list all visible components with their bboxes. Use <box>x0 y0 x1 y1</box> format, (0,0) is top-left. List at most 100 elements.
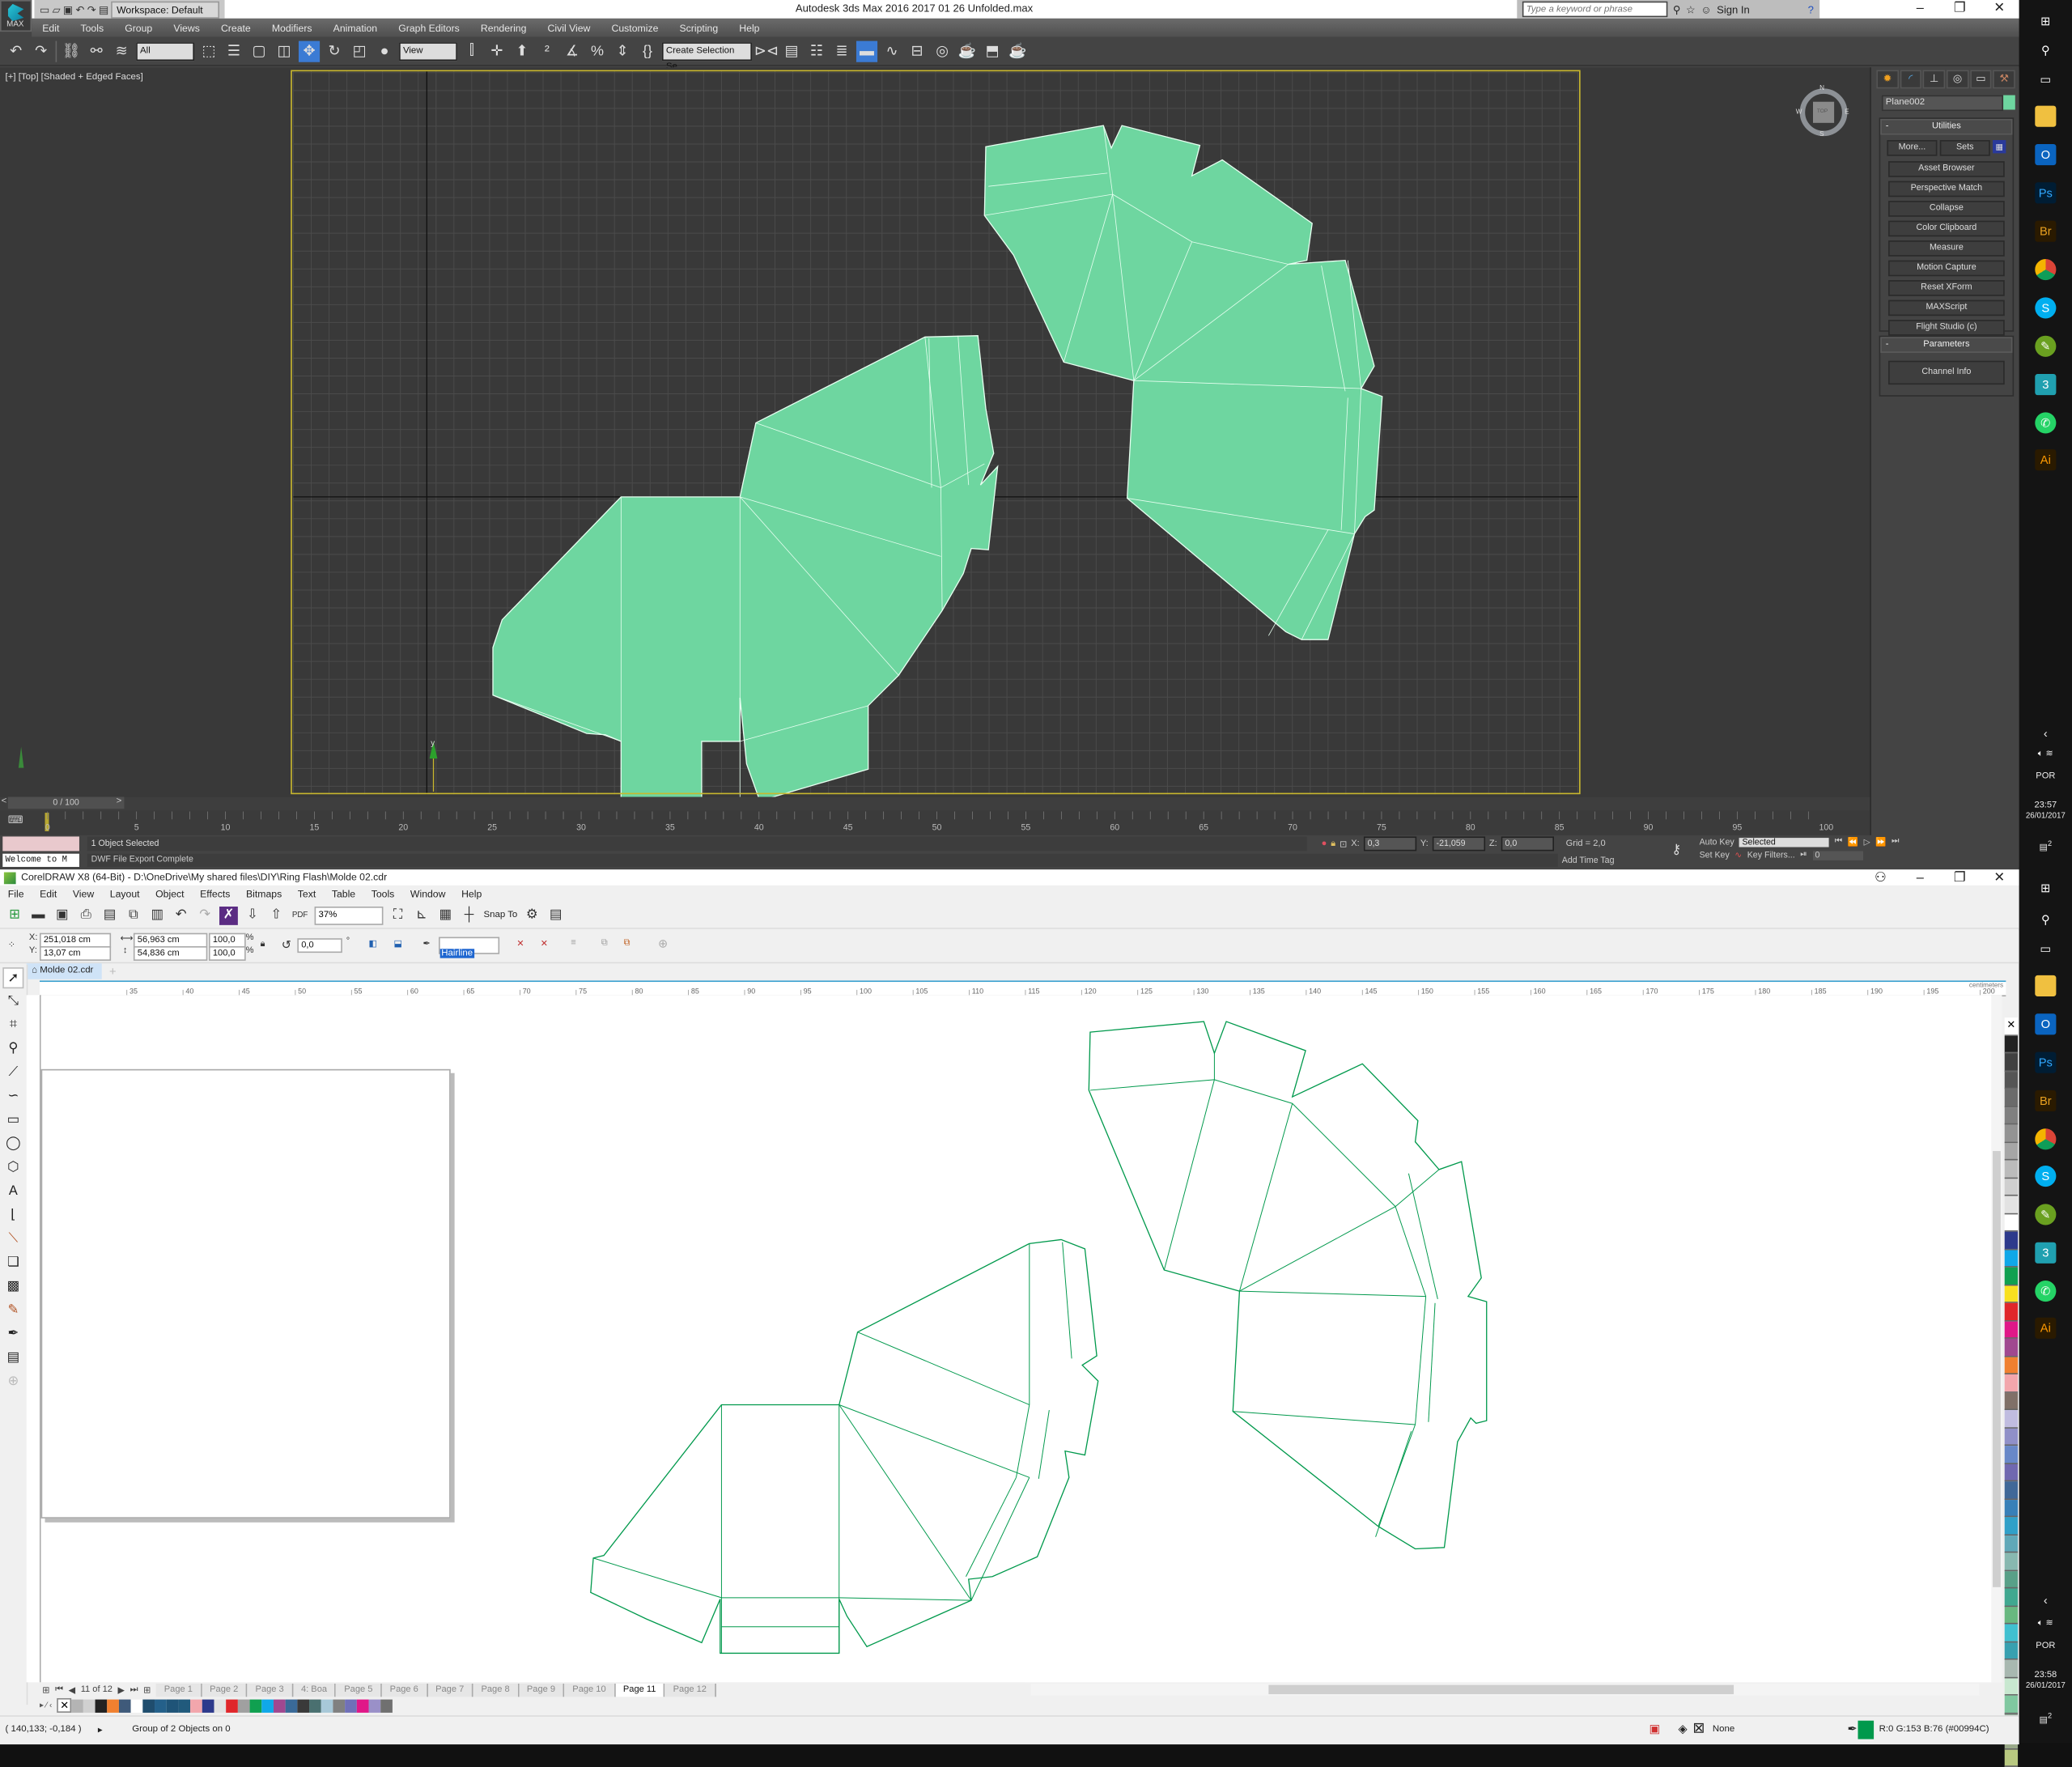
max-menu-modifiers[interactable]: Modifiers <box>261 22 323 34</box>
max-menu-graph-editors[interactable]: Graph Editors <box>388 22 470 34</box>
key-mode-toggle-icon[interactable]: ⏯ <box>1800 850 1807 860</box>
lock-ratio-icon[interactable]: 🔒︎ <box>261 940 265 950</box>
max-menu-group[interactable]: Group <box>114 22 163 34</box>
rectangle-tool-icon[interactable]: ▭ <box>2 1110 23 1131</box>
track-bar[interactable]: ⌨ 0 5 10 15 20 25 30 35 40 45 50 55 60 65 70 75 80 85 90 95… <box>0 809 1870 835</box>
undo-icon[interactable]: ↶ <box>76 3 85 15</box>
redo-icon[interactable]: ↷ <box>31 40 52 62</box>
configure-sets-icon[interactable]: ▦ <box>1993 140 2006 154</box>
cut-icon[interactable]: ▤ <box>100 906 119 924</box>
width-field[interactable]: 56,963 cm <box>133 932 208 948</box>
max-menu-help[interactable]: Help <box>728 22 770 34</box>
palette-swatch[interactable] <box>71 1698 84 1713</box>
coreldraw-taskbar-icon[interactable]: ✎ <box>2035 335 2057 357</box>
page-tab-page-5[interactable]: Page 5 <box>336 1683 382 1697</box>
max-menu-customize[interactable]: Customize <box>601 22 669 34</box>
height-field[interactable]: 54,836 cm <box>133 945 208 961</box>
palette-swatch[interactable] <box>2004 1499 2019 1518</box>
viewcube[interactable]: TOP N S E W <box>1796 84 1849 138</box>
smart-fill-icon[interactable]: ▤ <box>2 1348 23 1369</box>
page-tab-page-10[interactable]: Page 10 <box>564 1683 616 1697</box>
key-icon[interactable]: ⚷ <box>1671 843 1681 858</box>
corel-menu-file[interactable]: File <box>0 888 32 900</box>
star-icon[interactable]: ☆ <box>1686 3 1696 15</box>
utility-button-asset-browser[interactable]: Asset Browser <box>1888 161 2005 177</box>
print-icon[interactable]: ⎙ <box>77 906 96 924</box>
corel-menu-view[interactable]: View <box>65 888 102 900</box>
palette-swatch[interactable] <box>2004 1249 2019 1268</box>
photoshop-icon-2[interactable]: Ps <box>2035 1051 2057 1073</box>
object-origin-icon[interactable]: ⁘ <box>8 940 15 949</box>
select-by-name-icon[interactable]: ☰ <box>223 40 244 62</box>
material-editor-icon[interactable]: ◎ <box>932 40 953 62</box>
palette-swatch[interactable] <box>2004 1606 2019 1625</box>
home-icon[interactable]: ⌂ <box>32 966 40 975</box>
fill-icon[interactable]: ◈ <box>1678 1722 1687 1736</box>
palette-swatch[interactable] <box>2004 1035 2019 1054</box>
binoculars-icon[interactable]: ⚲ <box>1673 3 1681 15</box>
palette-swatch[interactable] <box>2004 1642 2019 1660</box>
drawing-canvas[interactable] <box>40 995 1992 1683</box>
y-position-field[interactable]: 13,07 cm <box>39 945 112 961</box>
scene-explorer-icon[interactable]: ☷ <box>806 40 827 62</box>
palette-swatch[interactable] <box>202 1698 215 1713</box>
corel-menu-window[interactable]: Window <box>402 888 453 900</box>
corel-menu-layout[interactable]: Layout <box>102 888 147 900</box>
new-tab-icon[interactable]: + <box>101 965 117 978</box>
show-grid-icon[interactable]: ▦ <box>436 906 455 924</box>
spinner-snap-icon[interactable]: ⇕ <box>612 40 633 62</box>
photoshop-icon[interactable]: Ps <box>2035 182 2057 204</box>
crop-tool-icon[interactable]: ⌗ <box>2 1015 23 1036</box>
x-position-field[interactable]: 251,018 cm <box>39 932 112 948</box>
palette-swatch[interactable] <box>297 1698 310 1713</box>
current-frame-field[interactable]: 0 <box>1812 850 1863 860</box>
scale-x-field[interactable]: 100,0 <box>208 932 246 948</box>
trim-icon[interactable]: ⧉ <box>624 938 631 949</box>
sign-in-button[interactable]: Sign In <box>1717 3 1750 15</box>
palette-swatch[interactable] <box>2004 1481 2019 1500</box>
corel-menu-edit[interactable]: Edit <box>32 888 65 900</box>
select-scale-icon[interactable]: ◰ <box>349 40 370 62</box>
horizontal-scroll-thumb[interactable] <box>1268 1684 1734 1695</box>
snap-to-dropdown[interactable]: Snap To <box>484 911 518 920</box>
palette-swatch[interactable] <box>155 1698 168 1713</box>
palette-swatch[interactable] <box>96 1698 108 1713</box>
last-page-icon[interactable]: ⏭ <box>127 1684 141 1695</box>
play-icon[interactable]: ▷ <box>1864 836 1870 847</box>
max-menu-civil-view[interactable]: Civil View <box>537 22 601 34</box>
display-tab-icon[interactable]: ▭ <box>1969 70 1992 89</box>
palette-swatch[interactable] <box>369 1698 381 1713</box>
clock-time-2[interactable]: 23:58 <box>2019 1671 2072 1680</box>
key-filters-button[interactable]: Key Filters... <box>1747 851 1795 860</box>
utility-button-measure[interactable]: Measure <box>1888 240 2005 257</box>
palette-swatch[interactable] <box>2004 1446 2019 1464</box>
undo-icon[interactable]: ↶ <box>172 906 190 924</box>
text-tool-icon[interactable]: A <box>2 1182 23 1203</box>
transparency-icon[interactable]: ▩ <box>2 1276 23 1298</box>
palette-swatch[interactable] <box>2004 1410 2019 1429</box>
help-icon[interactable]: ? <box>1808 3 1814 15</box>
align-icon[interactable]: ▤ <box>781 40 802 62</box>
export-icon[interactable]: ⇧ <box>267 906 286 924</box>
palette-swatch[interactable] <box>2004 1285 2019 1303</box>
palette-swatch[interactable] <box>142 1698 155 1713</box>
chrome-icon[interactable] <box>2035 258 2057 281</box>
weld-icon[interactable]: ⧉ <box>601 938 608 949</box>
polygon-tool-icon[interactable]: ⬡ <box>2 1157 23 1179</box>
palette-swatch[interactable] <box>167 1698 179 1713</box>
palette-swatch[interactable] <box>178 1698 191 1713</box>
palette-swatch[interactable] <box>2004 1659 2019 1678</box>
angle-snap-icon[interactable]: ∡ <box>562 40 583 62</box>
utility-button-motion-capture[interactable]: Motion Capture <box>1888 260 2005 277</box>
place-icon[interactable]: ● <box>374 40 395 62</box>
max-menu-edit[interactable]: Edit <box>32 22 70 34</box>
shape-tool-icon[interactable]: ⤡ <box>2 991 23 1012</box>
mirror-vertical-icon[interactable]: ⬓ <box>394 938 402 949</box>
workspace-select[interactable]: Workspace: Default <box>111 0 220 19</box>
parameters-rollout-header[interactable]: - Parameters <box>1880 337 2013 353</box>
tray-expand-icon-2[interactable]: ‹ <box>2019 1594 2072 1607</box>
import-icon[interactable]: ⇩ <box>243 906 261 924</box>
full-screen-preview-icon[interactable]: ⛶ <box>388 906 407 924</box>
color-eyedropper-icon[interactable]: ✎ <box>2 1301 23 1322</box>
max-menu-create[interactable]: Create <box>210 22 261 34</box>
